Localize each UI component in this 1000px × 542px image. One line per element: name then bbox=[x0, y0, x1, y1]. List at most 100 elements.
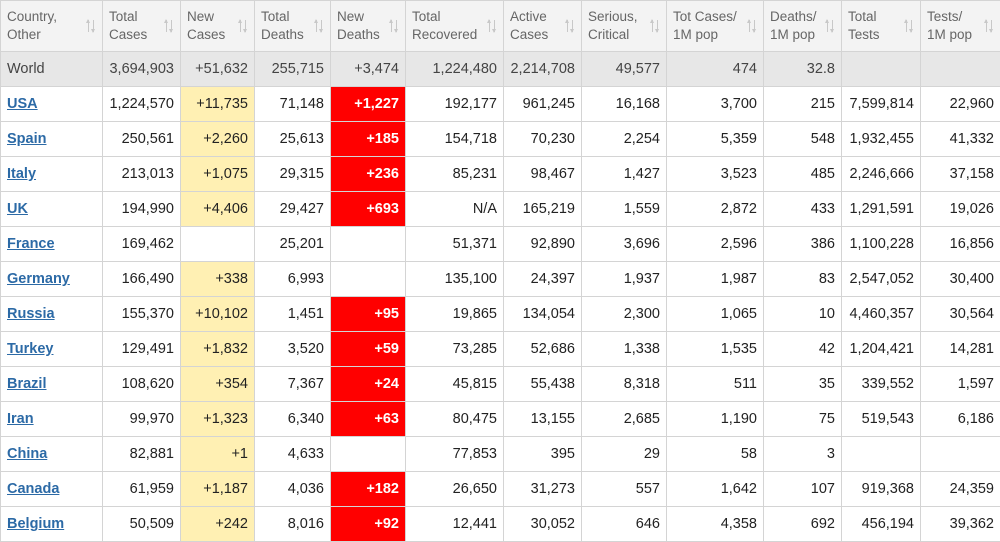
country-link[interactable]: China bbox=[7, 446, 47, 462]
cell-total-deaths: 6,340 bbox=[255, 402, 331, 437]
country-link[interactable]: Germany bbox=[7, 271, 70, 287]
cell-total-recovered: 73,285 bbox=[406, 332, 504, 367]
sort-icon[interactable] bbox=[314, 19, 324, 33]
table-row: Russia155,370+10,1021,451+9519,865134,05… bbox=[1, 297, 1000, 332]
table-row: Iran99,970+1,3236,340+6380,47513,1552,68… bbox=[1, 402, 1000, 437]
column-header-tot-cases-per-1m[interactable]: Tot Cases/1M pop bbox=[667, 1, 764, 52]
cell-deaths-per-1m: 32.8 bbox=[764, 52, 842, 87]
cell-active-cases: 24,397 bbox=[504, 262, 582, 297]
cell-tot-cases-per-1m: 2,872 bbox=[667, 192, 764, 227]
country-link[interactable]: Belgium bbox=[7, 516, 64, 532]
cell-total-tests: 2,547,052 bbox=[842, 262, 921, 297]
cell-tests-per-1m: 22,960 bbox=[921, 87, 1000, 122]
sort-icon[interactable] bbox=[747, 19, 757, 33]
country-link[interactable]: Canada bbox=[7, 481, 59, 497]
table-row: USA1,224,570+11,73571,148+1,227192,17796… bbox=[1, 87, 1000, 122]
cell-total-deaths: 7,367 bbox=[255, 367, 331, 402]
country-link[interactable]: Russia bbox=[7, 306, 55, 322]
sort-icon[interactable] bbox=[825, 19, 835, 33]
cell-total-recovered: 154,718 bbox=[406, 122, 504, 157]
cell-new-deaths: +59 bbox=[331, 332, 406, 367]
cell-deaths-per-1m: 215 bbox=[764, 87, 842, 122]
column-header-new-cases[interactable]: NewCases bbox=[181, 1, 255, 52]
sort-icon[interactable] bbox=[487, 19, 497, 33]
sort-icon[interactable] bbox=[86, 19, 96, 33]
cell-total-deaths: 71,148 bbox=[255, 87, 331, 122]
country-link[interactable]: Italy bbox=[7, 166, 36, 182]
cell-total-tests: 519,543 bbox=[842, 402, 921, 437]
country-link[interactable]: Brazil bbox=[7, 376, 47, 392]
cell-new-cases: +11,735 bbox=[181, 87, 255, 122]
cell-serious-critical: 1,937 bbox=[582, 262, 667, 297]
cell-serious-critical: 3,696 bbox=[582, 227, 667, 262]
table-row: UK194,990+4,40629,427+693N/A165,2191,559… bbox=[1, 192, 1000, 227]
column-header-country[interactable]: Country,Other bbox=[1, 1, 103, 52]
country-link[interactable]: USA bbox=[7, 96, 38, 112]
cell-new-deaths: +1,227 bbox=[331, 87, 406, 122]
sort-icon[interactable] bbox=[238, 19, 248, 33]
sort-icon[interactable] bbox=[565, 19, 575, 33]
column-header-new-deaths[interactable]: NewDeaths bbox=[331, 1, 406, 52]
column-header-total-cases[interactable]: TotalCases bbox=[103, 1, 181, 52]
cell-new-deaths bbox=[331, 227, 406, 262]
cell-new-deaths: +185 bbox=[331, 122, 406, 157]
table-row: France169,46225,20151,37192,8903,6962,59… bbox=[1, 227, 1000, 262]
cell-tot-cases-per-1m: 511 bbox=[667, 367, 764, 402]
cell-total-tests bbox=[842, 437, 921, 472]
cell-total-tests: 7,599,814 bbox=[842, 87, 921, 122]
cell-new-deaths: +63 bbox=[331, 402, 406, 437]
cell-total-cases: 50,509 bbox=[103, 507, 181, 542]
column-header-label: Total bbox=[412, 8, 497, 26]
cell-new-cases: +1,187 bbox=[181, 472, 255, 507]
cell-serious-critical: 557 bbox=[582, 472, 667, 507]
country-link[interactable]: Spain bbox=[7, 131, 46, 147]
cell-deaths-per-1m: 42 bbox=[764, 332, 842, 367]
cell-total-cases: 169,462 bbox=[103, 227, 181, 262]
country-link[interactable]: Iran bbox=[7, 411, 34, 427]
cell-country: Russia bbox=[1, 297, 103, 332]
column-header-deaths-per-1m[interactable]: Deaths/1M pop bbox=[764, 1, 842, 52]
column-header-total-tests[interactable]: TotalTests bbox=[842, 1, 921, 52]
cell-new-deaths: +95 bbox=[331, 297, 406, 332]
cell-total-recovered: 19,865 bbox=[406, 297, 504, 332]
cell-total-cases: 108,620 bbox=[103, 367, 181, 402]
cell-total-cases: 129,491 bbox=[103, 332, 181, 367]
sort-icon[interactable] bbox=[389, 19, 399, 33]
cell-serious-critical: 8,318 bbox=[582, 367, 667, 402]
cell-country: UK bbox=[1, 192, 103, 227]
column-header-serious-critical[interactable]: Serious,Critical bbox=[582, 1, 667, 52]
table-row: Turkey129,491+1,8323,520+5973,28552,6861… bbox=[1, 332, 1000, 367]
column-header-total-recovered[interactable]: TotalRecovered bbox=[406, 1, 504, 52]
column-header-tests-per-1m[interactable]: Tests/1M pop bbox=[921, 1, 1000, 52]
cell-new-deaths bbox=[331, 262, 406, 297]
cell-total-cases: 155,370 bbox=[103, 297, 181, 332]
table-row: Italy213,013+1,07529,315+23685,23198,467… bbox=[1, 157, 1000, 192]
country-link[interactable]: UK bbox=[7, 201, 28, 217]
cell-total-tests: 2,246,666 bbox=[842, 157, 921, 192]
sort-icon[interactable] bbox=[164, 19, 174, 33]
cell-new-cases: +51,632 bbox=[181, 52, 255, 87]
cell-total-tests: 456,194 bbox=[842, 507, 921, 542]
cell-tot-cases-per-1m: 1,065 bbox=[667, 297, 764, 332]
cell-active-cases: 134,054 bbox=[504, 297, 582, 332]
cell-total-cases: 250,561 bbox=[103, 122, 181, 157]
sort-icon[interactable] bbox=[984, 19, 994, 33]
cell-total-tests: 919,368 bbox=[842, 472, 921, 507]
country-link[interactable]: France bbox=[7, 236, 55, 252]
sort-icon[interactable] bbox=[904, 19, 914, 33]
cell-new-cases: +338 bbox=[181, 262, 255, 297]
cell-tot-cases-per-1m: 1,987 bbox=[667, 262, 764, 297]
cell-active-cases: 30,052 bbox=[504, 507, 582, 542]
cell-total-deaths: 8,016 bbox=[255, 507, 331, 542]
cell-country: Turkey bbox=[1, 332, 103, 367]
cell-total-deaths: 6,993 bbox=[255, 262, 331, 297]
table-row: China82,881+14,63377,85339529583 bbox=[1, 437, 1000, 472]
column-header-active-cases[interactable]: ActiveCases bbox=[504, 1, 582, 52]
table-body: World3,694,903+51,632255,715+3,4741,224,… bbox=[1, 52, 1000, 542]
cell-new-deaths bbox=[331, 437, 406, 472]
sort-icon[interactable] bbox=[650, 19, 660, 33]
cell-total-cases: 61,959 bbox=[103, 472, 181, 507]
cell-tot-cases-per-1m: 3,700 bbox=[667, 87, 764, 122]
column-header-total-deaths[interactable]: TotalDeaths bbox=[255, 1, 331, 52]
country-link[interactable]: Turkey bbox=[7, 341, 53, 357]
